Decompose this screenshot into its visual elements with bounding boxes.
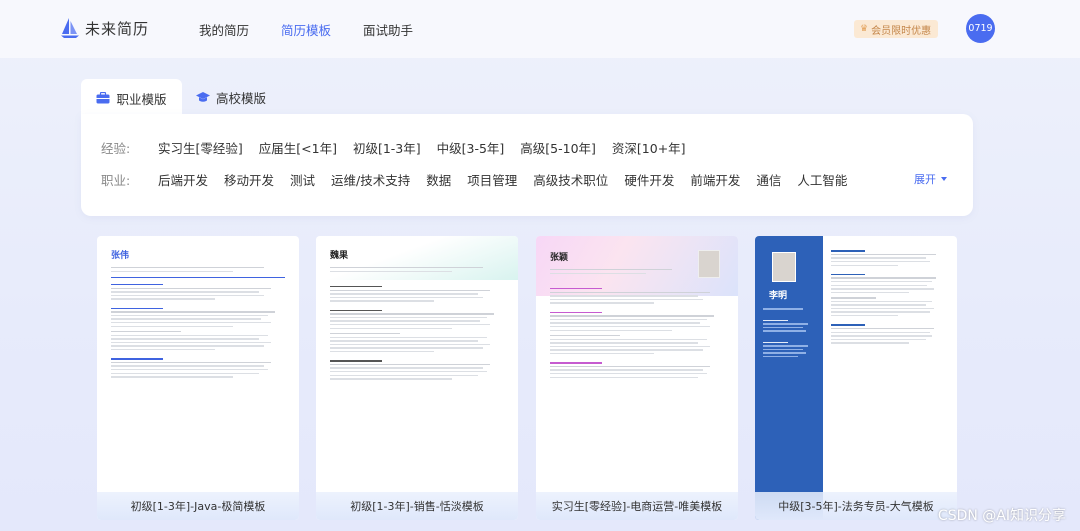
experience-filter-row: 经验: 实习生[零经验] 应届生[<1年] 初级[1-3年] 中级[3-5年] … — [101, 138, 702, 157]
watermark: CSDN @AI知识分享 — [937, 508, 1066, 524]
crown-icon: ♛ — [860, 24, 869, 34]
job-label: 职业: — [101, 173, 131, 188]
experience-option[interactable]: 实习生[零经验] — [158, 138, 243, 157]
experience-option[interactable]: 资深[10+年] — [612, 138, 686, 157]
experience-option[interactable]: 应届生[<1年] — [259, 138, 337, 157]
template-preview: 张伟 — [97, 236, 299, 378]
experience-label: 经验: — [101, 141, 131, 156]
template-caption: 初级[1-3年]-销售-恬淡模板 — [316, 492, 518, 520]
logo-text: 未来简历 — [85, 19, 150, 38]
vip-offer-label: 会员限时优惠 — [871, 25, 932, 37]
job-option[interactable]: 后端开发 — [158, 170, 208, 189]
expand-label: 展开 — [914, 173, 936, 186]
nav-resume-templates[interactable]: 简历模板 — [281, 20, 331, 39]
sailboat-logo-icon — [61, 18, 79, 38]
tab-campus-label: 高校模版 — [216, 90, 267, 106]
job-option[interactable]: 通信 — [756, 170, 781, 189]
job-filter-row: 职业: 后端开发 移动开发 测试 运维/技术支持 数据 项目管理 高级技术职位 … — [101, 170, 863, 189]
main-nav: 我的简历 简历模板 面试助手 — [199, 20, 445, 39]
graduation-cap-icon — [196, 92, 210, 102]
job-option[interactable]: 前端开发 — [690, 170, 740, 189]
photo-placeholder-icon — [772, 252, 796, 282]
tab-career-templates[interactable]: 职业模版 — [81, 79, 182, 117]
job-option[interactable]: 项目管理 — [467, 170, 517, 189]
tab-campus-templates[interactable]: 高校模版 — [196, 79, 266, 115]
vip-offer-button[interactable]: ♛ 会员限时优惠 — [854, 20, 939, 38]
job-option[interactable]: 测试 — [290, 170, 315, 189]
resume-name: 张颖 — [550, 253, 569, 263]
filter-panel: 经验: 实习生[零经验] 应届生[<1年] 初级[1-3年] 中级[3-5年] … — [81, 114, 973, 216]
caret-down-icon — [941, 177, 947, 181]
expand-filters-button[interactable]: 展开 — [914, 171, 947, 187]
experience-option[interactable]: 初级[1-3年] — [353, 138, 421, 157]
job-option[interactable]: 数据 — [426, 170, 451, 189]
template-caption: 实习生[零经验]-电商运营-唯美模板 — [536, 492, 738, 520]
job-option[interactable]: 移动开发 — [224, 170, 274, 189]
logo[interactable]: 未来简历 — [60, 17, 149, 39]
briefcase-icon — [96, 92, 110, 104]
tab-career-label: 职业模版 — [116, 91, 167, 107]
template-card[interactable]: 张颖 实习生[零经验]-电商运营-唯美模板 — [536, 236, 738, 520]
user-avatar[interactable]: 0719 — [966, 14, 995, 43]
template-card[interactable]: 李明 中级[3-5年]-法务专员-大气模板 — [755, 236, 957, 520]
template-card[interactable]: 张伟 初级[1-3年]-Java-极简模板 — [97, 236, 299, 520]
resume-name: 魏果 — [330, 251, 349, 261]
resume-name: 李明 — [769, 291, 788, 301]
template-caption: 中级[3-5年]-法务专员-大气模板 — [755, 492, 957, 520]
experience-option[interactable]: 中级[3-5年] — [437, 138, 505, 157]
top-navbar: 未来简历 我的简历 简历模板 面试助手 ♛ 会员限时优惠 0719 — [0, 0, 1080, 58]
template-caption: 初级[1-3年]-Java-极简模板 — [97, 492, 299, 520]
template-preview: 魏果 — [316, 236, 518, 380]
job-option[interactable]: 运维/技术支持 — [331, 170, 410, 189]
job-option[interactable]: 人工智能 — [797, 170, 847, 189]
resume-name: 张伟 — [111, 251, 130, 261]
job-option[interactable]: 高级技术职位 — [533, 170, 608, 189]
template-preview: 张颖 — [536, 236, 738, 378]
experience-option[interactable]: 高级[5-10年] — [520, 138, 596, 157]
job-option[interactable]: 硬件开发 — [624, 170, 674, 189]
template-card[interactable]: 魏果 初级[1-3年]-销售-恬淡模板 — [316, 236, 518, 520]
template-preview — [831, 248, 943, 344]
nav-my-resume[interactable]: 我的简历 — [199, 20, 249, 39]
nav-interview-assistant[interactable]: 面试助手 — [363, 20, 413, 39]
